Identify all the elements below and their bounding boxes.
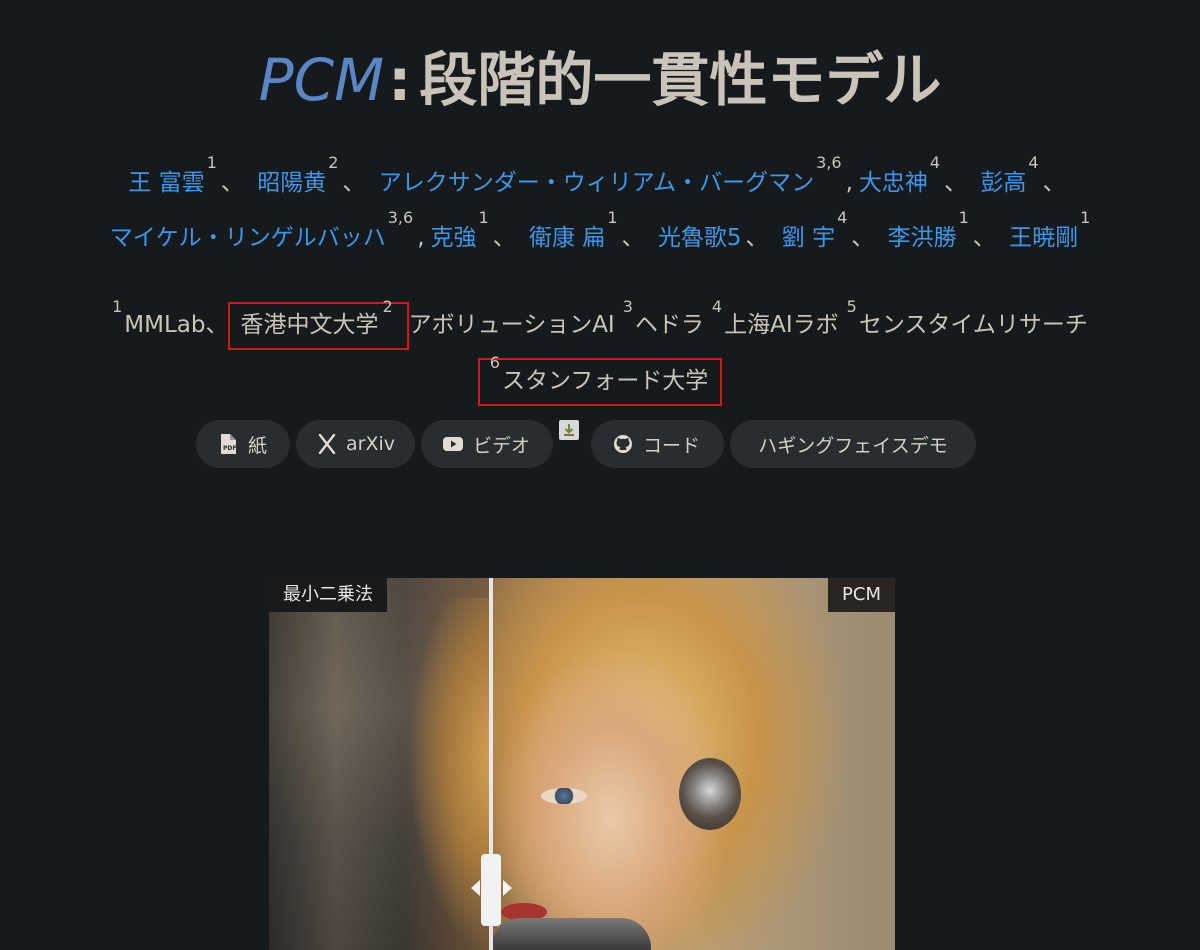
authors-row-1: 王 富雲1、 昭陽黄2、 アレクサンダー・ウィリアム・バーグマン3,6, 大忠神4… [0, 153, 1200, 200]
author-separator: 、 [745, 225, 769, 251]
authors-row-2: マイケル・リンゲルバッハ3,6, 克強1、 衛康 扁1、 光魯歌5、 劉 宇4、 … [0, 208, 1200, 255]
author-sup: 1 [206, 153, 217, 172]
arxiv-button[interactable]: arXiv [296, 420, 415, 468]
author-sup: 2 [328, 153, 339, 172]
author-sup: 1 [607, 208, 618, 227]
author-link[interactable]: 克強 [431, 225, 477, 251]
author-link[interactable]: 大忠神 [859, 170, 928, 196]
author-sup: 4 [1028, 153, 1039, 172]
author-link[interactable]: 彭高 [980, 170, 1026, 196]
collar-region [491, 918, 651, 950]
affiliation-name: スタンフォード大学 [501, 368, 709, 394]
affiliation-name: 上海AIラボ [724, 312, 839, 338]
author-sup: 1 [1080, 208, 1091, 227]
arrow-left-icon [471, 880, 480, 896]
title-colon: : [388, 46, 412, 114]
ear-device-region [679, 758, 741, 830]
author-separator: 、 [851, 225, 875, 251]
affiliation-sup: 4 [711, 297, 723, 316]
affiliation-sup: 1 [112, 297, 123, 316]
affiliation-sup: 6 [489, 353, 500, 372]
author-link[interactable]: 衛康 扁 [529, 225, 605, 251]
author-separator: 、 [492, 225, 516, 251]
author-link[interactable]: マイケル・リンゲルバッハ [110, 225, 386, 251]
author-sup: 3,6 [816, 153, 842, 172]
author-separator: 、 [1042, 170, 1066, 196]
page: PCM: 段階的一貫性モデル 王 富雲1、 昭陽黄2、 アレクサンダー・ウィリアム… [0, 0, 1200, 950]
affiliations-row-2: 6スタンフォード大学 [0, 353, 1200, 406]
author-separator: 、 [220, 170, 244, 196]
affiliation-name: MMLab、 [124, 312, 229, 338]
github-icon [613, 434, 633, 454]
author-link[interactable]: 王 富雲 [128, 170, 204, 196]
arxiv-button-label: arXiv [346, 433, 395, 455]
video-button-label: ビデオ [473, 434, 531, 457]
paper-button-label: 紙 [248, 434, 268, 457]
highlight-box: 香港中文大学2 [228, 297, 409, 350]
video-button[interactable]: ビデオ [421, 420, 553, 468]
author-sup: 1 [958, 208, 969, 227]
author-sup: 4 [837, 208, 848, 227]
affiliation-name: アボリューションAI [408, 312, 615, 338]
huggingface-demo-button[interactable]: ハギングフェイスデモ [730, 420, 976, 468]
author-link[interactable]: 王暁剛 [1009, 225, 1078, 251]
left-image-label: 最小二乗法 [269, 578, 387, 612]
title-text: 段階的一貫性モデル [419, 46, 942, 114]
image-comparison-slider[interactable]: 最小二乗法 PCM [269, 578, 895, 950]
author-separator: , [845, 170, 853, 196]
affiliations-row-1: 1MMLab、 香港中文大学2アボリューションAI3ヘドラ4上海AIラボ5センスタ… [0, 297, 1200, 350]
author-sup: 3,6 [387, 208, 414, 227]
author-sup: 4 [929, 153, 941, 172]
author-sup: 1 [478, 208, 489, 227]
right-image-label: PCM [828, 578, 895, 612]
arxiv-icon [318, 434, 336, 454]
author-separator: , [417, 225, 425, 251]
title-brand: PCM [258, 46, 385, 114]
affiliation-sup: 5 [846, 297, 857, 316]
author-separator: 、 [621, 225, 645, 251]
slider-handle[interactable] [481, 854, 501, 926]
author-separator: 、 [342, 170, 366, 196]
code-button-label: コード [643, 434, 701, 457]
author-separator: 、 [972, 225, 996, 251]
author-link[interactable]: アレクサンダー・ウィリアム・バーグマン [379, 170, 814, 196]
affiliation-name: ヘドラ [634, 312, 704, 338]
author-link[interactable]: 光魯歌5 [658, 225, 742, 251]
affiliation-name: センスタイムリサーチ [858, 312, 1088, 338]
paper-button[interactable]: PDF 紙 [196, 420, 290, 468]
download-icon[interactable] [559, 420, 579, 440]
pdf-file-icon: PDF [218, 434, 238, 454]
link-buttons: PDF 紙 arXiv ビデオ コード ハギングフェイスデモ [196, 420, 976, 468]
affiliation-sup: 2 [382, 297, 393, 316]
affiliation-sup: 3 [622, 297, 633, 316]
demo-button-label: ハギングフェイスデモ [758, 434, 948, 457]
eye-region [541, 788, 587, 804]
code-button[interactable]: コード [591, 420, 724, 468]
page-title: PCM: 段階的一貫性モデル [0, 44, 1200, 116]
youtube-icon [443, 434, 463, 454]
highlight-box: 6スタンフォード大学 [477, 353, 723, 406]
author-link[interactable]: 昭陽黄 [257, 170, 326, 196]
affiliation-name: 香港中文大学 [240, 312, 379, 338]
svg-text:PDF: PDF [223, 445, 236, 452]
author-separator: 、 [944, 170, 968, 196]
arrow-right-icon [503, 880, 512, 896]
author-link[interactable]: 劉 宇 [782, 225, 835, 251]
author-link[interactable]: 李洪勝 [888, 225, 957, 251]
